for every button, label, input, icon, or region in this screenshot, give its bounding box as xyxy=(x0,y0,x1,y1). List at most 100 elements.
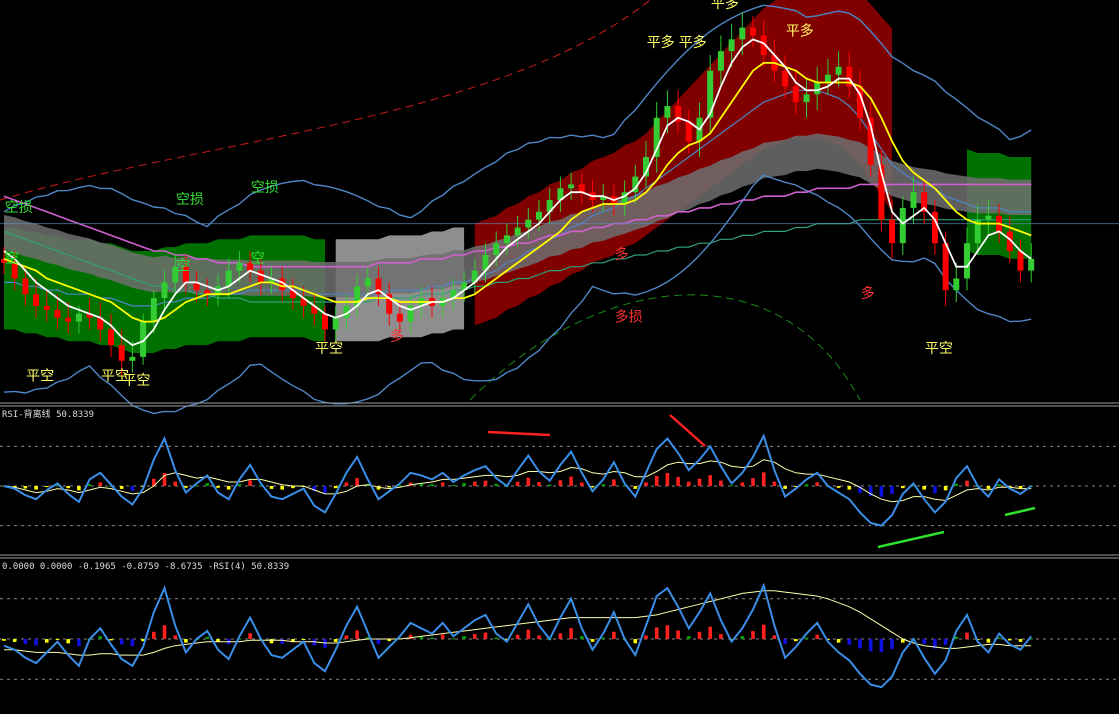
rsi2-hist-bar xyxy=(858,639,862,649)
rsi1-hist-bar xyxy=(440,482,445,486)
signal-label: 空 xyxy=(176,259,190,275)
candle-body[interactable] xyxy=(43,305,50,310)
candle-body[interactable] xyxy=(75,313,82,322)
signal-label: 平多 xyxy=(647,34,675,51)
rsi2-hist-bar xyxy=(301,639,306,640)
rsi1-hist-bar xyxy=(451,484,456,486)
candle-body[interactable] xyxy=(717,51,724,71)
rsi2-hist-bar xyxy=(483,632,488,639)
candle-body[interactable] xyxy=(108,329,114,346)
candle-body[interactable] xyxy=(1017,251,1024,271)
rsi2-hist-bar xyxy=(804,637,809,639)
candle-body[interactable] xyxy=(964,243,970,279)
rsi1-hist-bar xyxy=(644,482,648,486)
rsi1-hist-bar xyxy=(23,486,28,489)
rsi1-hist-bar xyxy=(890,486,894,494)
rsi2-hist-bar xyxy=(23,639,28,645)
rsi2-hist-bar xyxy=(526,629,531,639)
rsi2-hist-bar xyxy=(815,634,819,639)
rsi1-hist-bar xyxy=(847,486,852,490)
candle-body[interactable] xyxy=(150,298,157,322)
rsi1-hist-bar xyxy=(119,486,124,489)
candle-body[interactable] xyxy=(578,184,585,193)
rsi2-hist-bar xyxy=(98,636,103,639)
candle-body[interactable] xyxy=(953,278,960,291)
rsi2-hist-bar xyxy=(344,635,349,639)
rsi2-hist-bar xyxy=(794,639,798,642)
candle-body[interactable] xyxy=(739,27,746,40)
rsi2-hist-bar xyxy=(184,639,188,643)
candle-body[interactable] xyxy=(824,74,831,83)
candle-body[interactable] xyxy=(54,309,61,318)
candle-body[interactable] xyxy=(568,184,575,189)
candle-body[interactable] xyxy=(493,243,500,255)
rsi1-hist-bar xyxy=(77,486,81,491)
rsi2-hist-bar xyxy=(109,639,113,641)
candle-body[interactable] xyxy=(1028,258,1035,271)
rsi2-hist-bar xyxy=(612,631,616,639)
candle-body[interactable] xyxy=(664,106,671,118)
candle-body[interactable] xyxy=(332,317,339,330)
signal-label: 空损 xyxy=(251,180,279,196)
candle-body[interactable] xyxy=(364,278,371,287)
rsi2-hist-bar xyxy=(494,637,498,639)
rsi2-hist-bar xyxy=(676,630,680,639)
candle-body[interactable] xyxy=(942,243,949,291)
candle-body[interactable] xyxy=(899,207,906,244)
rsi2-hist-bar xyxy=(697,631,702,639)
candle-body[interactable] xyxy=(236,262,243,271)
candle-body[interactable] xyxy=(728,39,735,52)
candle-body[interactable] xyxy=(129,356,136,361)
candle-body[interactable] xyxy=(514,227,521,236)
rsi1-hist-bar xyxy=(483,480,488,486)
signal-label: 多 xyxy=(861,285,875,302)
candle-body[interactable] xyxy=(985,215,992,220)
signal-label: 多损 xyxy=(615,309,643,326)
candle-body[interactable] xyxy=(910,192,917,208)
candle-body[interactable] xyxy=(257,270,264,283)
trading-chart[interactable]: 平空 平空 平空空空空空损 空损 空损 平空多多多损 平多 平多 平多 平多多平空 RSI-背离线… xyxy=(0,0,1119,710)
candle-body[interactable] xyxy=(750,27,756,36)
rsi2-hist-bar xyxy=(205,636,210,639)
rsi1-hist-bar xyxy=(515,481,520,486)
candle-body[interactable] xyxy=(782,70,789,87)
candle-body[interactable] xyxy=(503,235,510,244)
candle-body[interactable] xyxy=(33,294,40,306)
rsi2-hist-bar xyxy=(633,639,638,644)
signal-label: 平空 xyxy=(925,341,953,357)
rsi1-hist-bar xyxy=(901,486,905,489)
rsi1-hist-bar xyxy=(333,486,338,489)
rsi1-hist-bar xyxy=(815,482,819,486)
rsi1-hist-bar xyxy=(173,481,177,486)
rsi1-hist-bar xyxy=(954,483,959,486)
rsi2-hist-bar xyxy=(2,639,6,641)
candle-body[interactable] xyxy=(792,86,799,103)
signal-label: 空 xyxy=(251,251,265,267)
candle-body[interactable] xyxy=(803,94,810,103)
candle-body[interactable] xyxy=(536,211,542,220)
candle-body[interactable] xyxy=(889,219,896,244)
candle-body[interactable] xyxy=(835,66,842,75)
candle-body[interactable] xyxy=(525,219,532,228)
rsi1-hist-bar xyxy=(804,484,809,486)
rsi2-hist-bar xyxy=(965,632,969,639)
chart-svg[interactable]: 平空 平空平空空 空空空损 空损空损平空多多多损平多 平多平多平多多平空 RSI-背离线… xyxy=(0,0,1119,710)
rsi2-hist-bar xyxy=(34,639,38,646)
candle-body[interactable] xyxy=(161,282,168,299)
rsi1-hist-bar xyxy=(986,486,991,489)
rsi2-hist-bar xyxy=(45,639,49,643)
signal-label: 空 xyxy=(5,251,19,267)
candle-body[interactable] xyxy=(814,82,821,95)
rsi2-hist-bar xyxy=(654,627,659,639)
candle-body[interactable] xyxy=(65,317,72,322)
rsi1-hist-bar xyxy=(708,475,712,486)
rsi1-hist-bar xyxy=(344,482,349,486)
candle-body[interactable] xyxy=(118,345,125,361)
candle-body[interactable] xyxy=(396,313,403,322)
rsi2-hist-bar xyxy=(376,639,381,645)
rsi1-hist-bar xyxy=(836,486,841,488)
candle-body[interactable] xyxy=(22,278,29,295)
candle-body[interactable] xyxy=(322,313,328,330)
rsi1-hist-bar xyxy=(601,484,605,486)
candle-body[interactable] xyxy=(685,121,692,142)
